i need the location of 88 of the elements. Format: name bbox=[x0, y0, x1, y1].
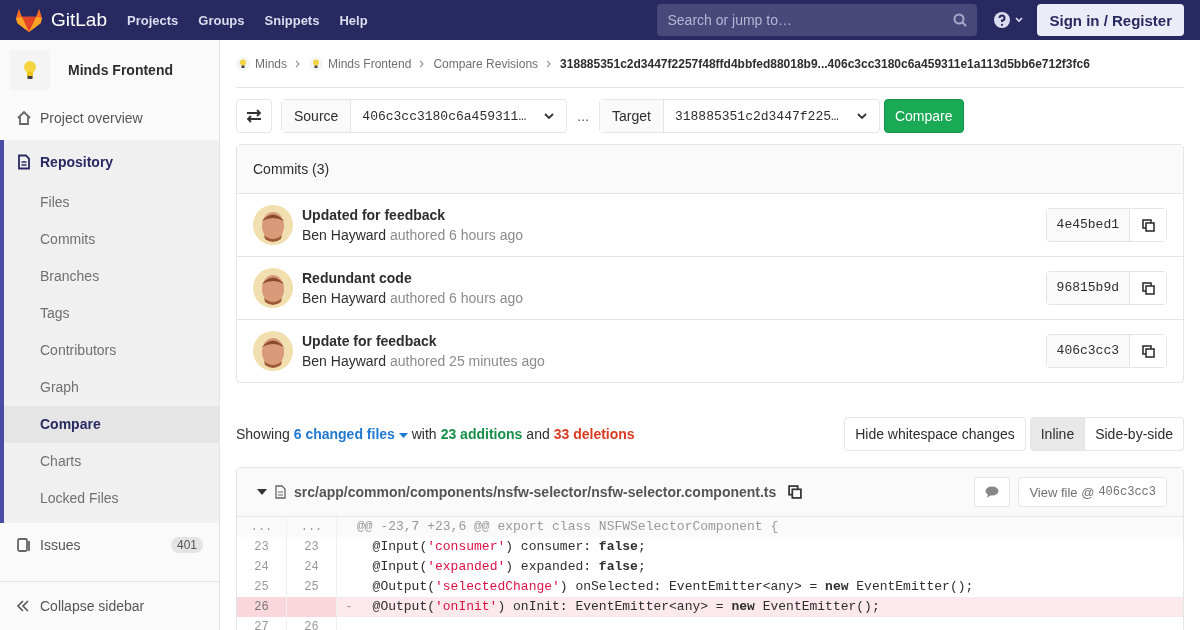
double-chevron-icon bbox=[16, 599, 30, 613]
view-file-button[interactable]: View file @ 406c3cc3 bbox=[1018, 477, 1167, 507]
breadcrumb-link[interactable]: Compare Revisions bbox=[433, 56, 539, 71]
commit-sha[interactable]: 4e45bed1 bbox=[1046, 209, 1130, 241]
avatar[interactable] bbox=[253, 331, 293, 371]
chevron-icon bbox=[419, 59, 426, 68]
breadcrumb-link[interactable]: Minds bbox=[255, 56, 287, 71]
chevron-down-icon bbox=[544, 113, 555, 119]
summary-text: with bbox=[411, 426, 437, 442]
additions-count: 23 additions bbox=[440, 426, 523, 442]
line-number[interactable]: 26 bbox=[237, 597, 287, 617]
document-icon bbox=[16, 154, 32, 170]
author-name[interactable]: Ben Hayward bbox=[302, 353, 387, 369]
sidebar-subitem[interactable]: Graph bbox=[4, 369, 219, 406]
nav-link[interactable]: Help bbox=[339, 12, 368, 28]
chevron-icon bbox=[295, 59, 301, 68]
view-mode-button[interactable]: Inline bbox=[1029, 417, 1086, 451]
code-line: @Input('expanded') expanded: false; bbox=[371, 558, 646, 576]
project-avatar-icon bbox=[309, 56, 323, 71]
copy-icon bbox=[1141, 344, 1155, 358]
commit-time: authored 25 minutes ago bbox=[389, 353, 545, 369]
chevron-icon bbox=[546, 59, 553, 68]
commit-time: authored 6 hours ago bbox=[389, 290, 524, 306]
breadcrumb-link[interactable]: Minds Frontend bbox=[328, 56, 412, 71]
range-separator: ... bbox=[576, 108, 591, 124]
code-line: @@ -23,7 +23,6 @@ export class NSFWSelectorComponent { bbox=[357, 518, 779, 536]
commit-time: authored 6 hours ago bbox=[389, 227, 524, 243]
commit-title[interactable]: Updated for feedback bbox=[302, 207, 1037, 223]
file-path[interactable]: src/app/common/components/nsfw-selector/nsfw-selector.component.ts bbox=[294, 484, 777, 500]
commit-title[interactable]: Update for feedback bbox=[302, 333, 1037, 349]
swap-button[interactable] bbox=[236, 99, 272, 133]
search-icon bbox=[953, 13, 968, 27]
target-dropdown[interactable]: Target 318885351c2d3447f225… bbox=[599, 99, 880, 133]
changed-files-link[interactable]: 6 changed files bbox=[293, 426, 408, 442]
sidebar-item[interactable]: Repository bbox=[4, 140, 219, 184]
brand-name[interactable]: GitLab bbox=[51, 9, 107, 31]
commit-title[interactable]: Redundant code bbox=[302, 270, 1037, 286]
nav-link[interactable]: Groups bbox=[198, 12, 245, 28]
swap-arrows-icon bbox=[246, 109, 262, 123]
code-line: @Output('selectedChange') onSelected: EventEmitter<any> = new EventEmitter(); bbox=[371, 578, 974, 596]
sidebar-subitem[interactable]: Compare bbox=[4, 406, 219, 443]
sidebar-subitem[interactable]: Tags bbox=[4, 295, 219, 332]
sidebar-subitem[interactable]: Commits bbox=[4, 221, 219, 258]
issues-icon bbox=[16, 537, 32, 553]
avatar[interactable] bbox=[253, 268, 293, 308]
source-dropdown[interactable]: Source 406c3cc3180c6a459311… bbox=[281, 99, 568, 133]
sidebar-item[interactable]: Project overview bbox=[0, 100, 219, 136]
lightbulb-icon bbox=[23, 60, 37, 80]
summary-text: Showing bbox=[236, 426, 290, 442]
sidebar-subitem[interactable]: Branches bbox=[4, 258, 219, 295]
deletions-count: 33 deletions bbox=[553, 426, 635, 442]
count-badge: 401 bbox=[170, 537, 203, 553]
home-icon bbox=[16, 110, 32, 126]
copy-icon bbox=[1141, 281, 1155, 295]
copy-icon bbox=[788, 485, 803, 499]
project-avatar-icon bbox=[236, 56, 250, 71]
breadcrumb-link[interactable]: 318885351c2d3447f2257f48ffd4bbfed88018b9...406c3cc3180c6a459311e1a113d5bb6e712f3fc6 bbox=[560, 56, 1090, 71]
file-icon bbox=[275, 485, 286, 499]
author-name[interactable]: Ben Hayward bbox=[302, 290, 387, 306]
nav-link[interactable]: Snippets bbox=[264, 12, 320, 28]
caret-icon bbox=[398, 433, 408, 439]
copy-icon bbox=[1141, 218, 1155, 232]
author-name[interactable]: Ben Hayward bbox=[302, 227, 387, 243]
sidebar-subitem[interactable]: Contributors bbox=[4, 332, 219, 369]
hide-whitespace-button[interactable]: Hide whitespace changes bbox=[844, 417, 1026, 451]
summary-text: and bbox=[526, 426, 550, 442]
collapse-caret-icon[interactable] bbox=[257, 489, 267, 495]
sidebar-item[interactable]: Issues 401 bbox=[0, 527, 219, 563]
code-line: @Output('onInit') onInit: EventEmitter<any> = new EventEmitter(); bbox=[371, 598, 880, 616]
comment-button[interactable] bbox=[974, 477, 1011, 507]
sidebar-subitem[interactable]: Charts bbox=[4, 443, 219, 480]
avatar[interactable] bbox=[253, 205, 293, 245]
speech-bubble-icon bbox=[985, 486, 1000, 498]
project-name[interactable]: Minds Frontend bbox=[68, 62, 173, 78]
commit-sha[interactable]: 406c3cc3 bbox=[1046, 335, 1130, 367]
sign-in-button[interactable]: Sign in / Register bbox=[1037, 4, 1184, 36]
code-line: @Input('consumer') consumer: false; bbox=[371, 538, 646, 556]
fox-logo-icon[interactable] bbox=[16, 8, 42, 32]
sidebar-subitem[interactable]: Locked Files bbox=[4, 480, 219, 517]
sidebar-subitem[interactable]: Files bbox=[4, 184, 219, 221]
commit-sha[interactable]: 96815b9d bbox=[1046, 272, 1130, 304]
nav-link[interactable]: Projects bbox=[127, 12, 179, 28]
chevron-down-icon bbox=[856, 113, 867, 119]
view-mode-button[interactable]: Side-by-side bbox=[1085, 417, 1184, 451]
commits-header: Commits (3) bbox=[237, 145, 1183, 194]
collapse-sidebar-button[interactable]: Collapse sidebar bbox=[0, 581, 219, 630]
search-field[interactable]: Search or jump to… bbox=[657, 4, 978, 36]
diff-marker: - bbox=[344, 598, 354, 616]
